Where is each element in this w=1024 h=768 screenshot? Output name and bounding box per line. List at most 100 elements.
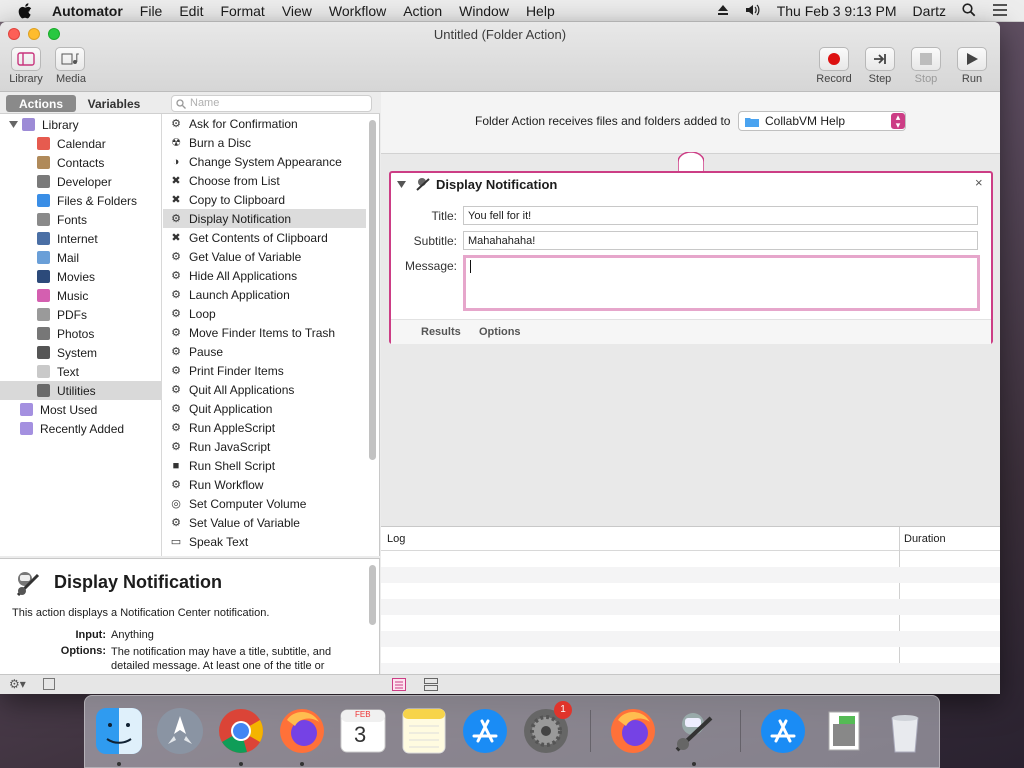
spotlight-search-icon[interactable]: [962, 2, 976, 20]
launchpad-icon[interactable]: [154, 705, 206, 757]
control-center-icon[interactable]: [992, 3, 1008, 19]
subtitle-field[interactable]: Mahahahaha!: [463, 231, 978, 250]
stop-button[interactable]: [911, 47, 941, 71]
library-item-contacts[interactable]: Contacts: [0, 153, 162, 172]
menu-workflow[interactable]: Workflow: [329, 3, 386, 19]
gear-menu-icon[interactable]: ⚙▾: [9, 677, 26, 691]
library-item-fonts[interactable]: Fonts: [0, 210, 162, 229]
title-field[interactable]: You fell for it!: [463, 206, 978, 225]
search-input[interactable]: Name: [171, 95, 372, 112]
menu-view[interactable]: View: [282, 3, 312, 19]
action-item-run-workflow[interactable]: ⚙ Run Workflow: [163, 475, 366, 494]
action-item-label: Speak Text: [189, 534, 249, 549]
remove-action-icon[interactable]: ×: [975, 175, 983, 190]
chrome-icon[interactable]: [215, 705, 267, 757]
action-icon: ☢: [171, 137, 181, 149]
calendar-icon[interactable]: FEB 3: [337, 705, 389, 757]
downloads-stack-icon[interactable]: [818, 705, 870, 757]
library-item-text[interactable]: Text: [0, 362, 162, 381]
library-item-calendar[interactable]: Calendar: [0, 134, 162, 153]
menu-window[interactable]: Window: [459, 3, 509, 19]
apple-menu-icon[interactable]: [18, 2, 36, 19]
action-item-print-finder-items[interactable]: ⚙ Print Finder Items: [163, 361, 366, 380]
folder-popup[interactable]: CollabVM Help ▴ ▾: [738, 111, 906, 131]
library-item-system[interactable]: System: [0, 343, 162, 362]
actions-scrollbar[interactable]: [369, 120, 376, 460]
notes-icon[interactable]: [398, 705, 450, 757]
library-item-utilities[interactable]: Utilities: [0, 381, 162, 400]
action-item-set-value-of-variable[interactable]: ⚙ Set Value of Variable: [163, 513, 366, 532]
action-item-loop[interactable]: ⚙ Loop: [163, 304, 366, 323]
library-item-photos[interactable]: Photos: [0, 324, 162, 343]
clock-datetime[interactable]: Thu Feb 3 9:13 PM: [777, 3, 897, 19]
action-item-display-notification[interactable]: ⚙ Display Notification: [163, 209, 366, 228]
action-item-run-applescript[interactable]: ⚙ Run AppleScript: [163, 418, 366, 437]
message-field[interactable]: [463, 255, 980, 311]
run-button[interactable]: [957, 47, 987, 71]
action-item-speak-text[interactable]: ▭ Speak Text: [163, 532, 366, 551]
action-item-move-finder-items-to-trash[interactable]: ⚙ Move Finder Items to Trash: [163, 323, 366, 342]
action-item-set-computer-volume[interactable]: ◎ Set Computer Volume: [163, 494, 366, 513]
library-item-internet[interactable]: Internet: [0, 229, 162, 248]
run-icon: [967, 53, 978, 65]
action-item-run-shell-script[interactable]: ■ Run Shell Script: [163, 456, 366, 475]
collapse-triangle-icon[interactable]: [397, 180, 406, 189]
action-item-choose-from-list[interactable]: ✖ Choose from List: [163, 171, 366, 190]
action-item-quit-all-applications[interactable]: ⚙ Quit All Applications: [163, 380, 366, 399]
log-view-icon[interactable]: [424, 678, 438, 691]
automator-icon[interactable]: [668, 705, 720, 757]
record-icon: [828, 53, 840, 65]
app-store-folder-icon[interactable]: [757, 705, 809, 757]
menu-app-automator[interactable]: Automator: [52, 3, 123, 19]
library-item-music[interactable]: Music: [0, 286, 162, 305]
action-item-get-value-of-variable[interactable]: ⚙ Get Value of Variable: [163, 247, 366, 266]
firefox-icon[interactable]: [276, 705, 328, 757]
library-root[interactable]: Library: [0, 115, 162, 134]
action-item-label: Ask for Confirmation: [189, 116, 298, 131]
list-view-icon[interactable]: [392, 678, 406, 691]
library-item-developer[interactable]: Developer: [0, 172, 162, 191]
trash-icon[interactable]: [879, 705, 931, 757]
menu-help[interactable]: Help: [526, 3, 555, 19]
duration-column-header[interactable]: Duration: [904, 533, 946, 545]
library-most-used[interactable]: Most Used: [0, 400, 162, 419]
library-item-movies[interactable]: Movies: [0, 267, 162, 286]
action-item-get-contents-of-clipboard[interactable]: ✖ Get Contents of Clipboard: [163, 228, 366, 247]
menu-action[interactable]: Action: [403, 3, 442, 19]
action-item-quit-application[interactable]: ⚙ Quit Application: [163, 399, 366, 418]
library-item-pdfs[interactable]: PDFs: [0, 305, 162, 324]
media-button[interactable]: [55, 47, 85, 71]
action-item-pause[interactable]: ⚙ Pause: [163, 342, 366, 361]
eject-icon[interactable]: [717, 3, 729, 19]
library-item-files-folders[interactable]: Files & Folders: [0, 191, 162, 210]
action-item-launch-application[interactable]: ⚙ Launch Application: [163, 285, 366, 304]
tab-variables[interactable]: Variables: [78, 95, 150, 112]
volume-icon[interactable]: [745, 3, 761, 19]
action-item-hide-all-applications[interactable]: ⚙ Hide All Applications: [163, 266, 366, 285]
system-preferences-icon[interactable]: 1: [520, 701, 572, 757]
menu-file[interactable]: File: [140, 3, 163, 19]
library-item-mail[interactable]: Mail: [0, 248, 162, 267]
app-store-icon[interactable]: [459, 705, 511, 757]
action-item-change-system-appearance[interactable]: ◑ Change System Appearance: [163, 152, 366, 171]
action-item-ask-for-confirmation[interactable]: ⚙ Ask for Confirmation: [163, 114, 366, 133]
options-tab[interactable]: Options: [479, 326, 521, 338]
menu-edit[interactable]: Edit: [179, 3, 203, 19]
recently-added-label: Recently Added: [40, 421, 125, 436]
results-tab[interactable]: Results: [421, 326, 461, 338]
action-item-run-javascript[interactable]: ⚙ Run JavaScript: [163, 437, 366, 456]
firefox-icon[interactable]: [607, 705, 659, 757]
tab-actions[interactable]: Actions: [6, 95, 76, 112]
user-name[interactable]: Dartz: [913, 3, 946, 19]
library-button[interactable]: [11, 47, 41, 71]
show-description-icon[interactable]: [43, 678, 55, 690]
finder-icon[interactable]: [93, 705, 145, 757]
record-button[interactable]: [819, 47, 849, 71]
library-recently-added[interactable]: Recently Added: [0, 419, 162, 438]
step-button[interactable]: [865, 47, 895, 71]
menu-format[interactable]: Format: [220, 3, 264, 19]
action-item-copy-to-clipboard[interactable]: ✖ Copy to Clipboard: [163, 190, 366, 209]
description-scrollbar[interactable]: [369, 565, 376, 625]
log-column-header[interactable]: Log: [387, 533, 405, 545]
action-item-burn-a-disc[interactable]: ☢ Burn a Disc: [163, 133, 366, 152]
